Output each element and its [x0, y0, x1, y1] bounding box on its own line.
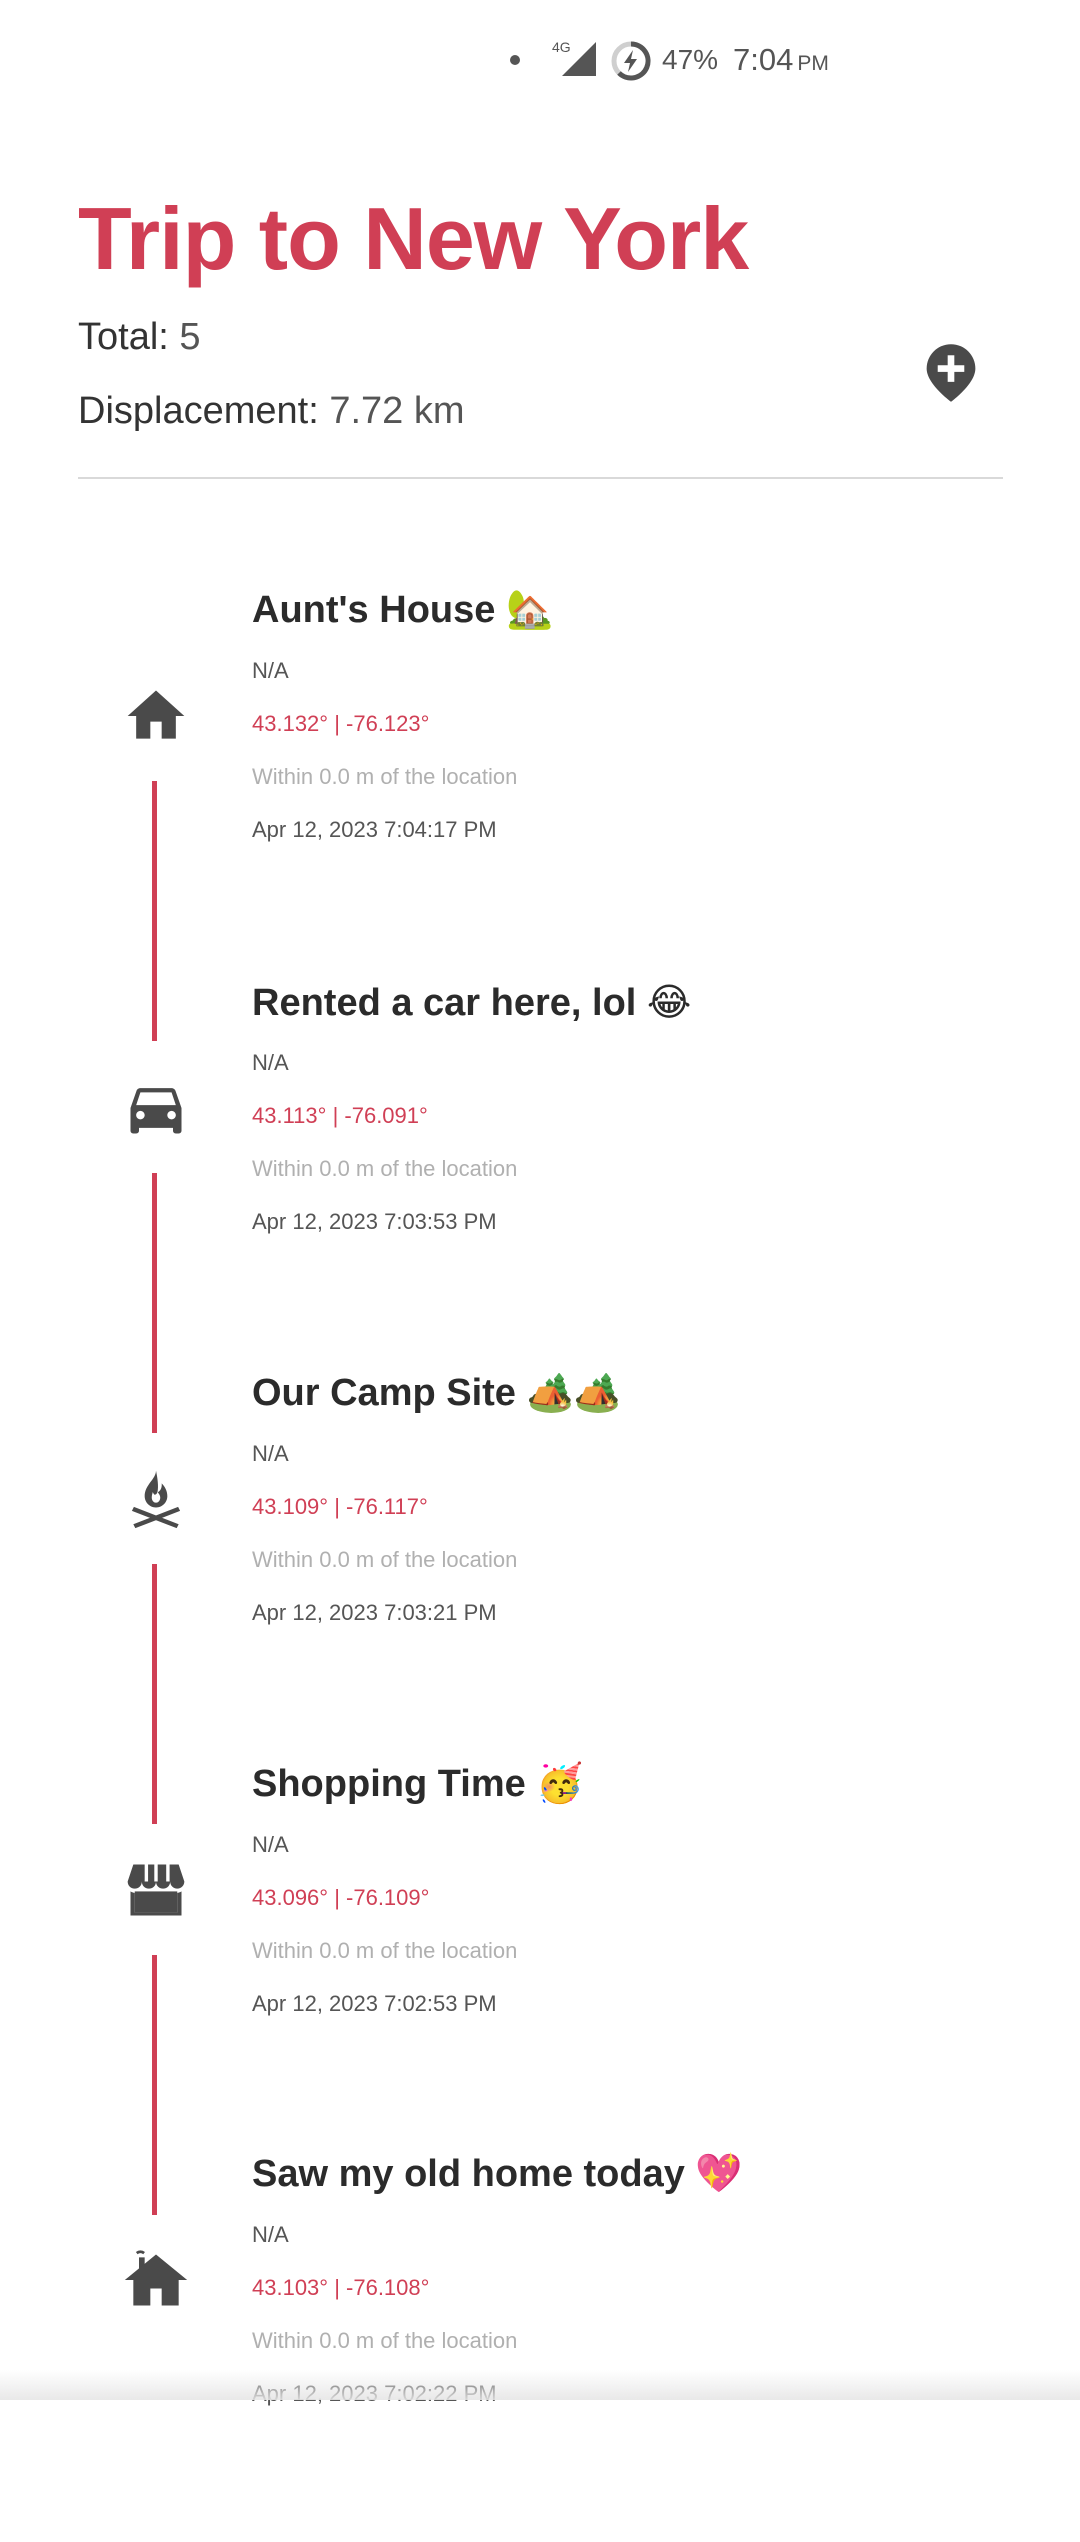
entry-date: Apr 12, 2023 7:02:53 PM: [252, 1991, 497, 2016]
total-label: Total:: [78, 316, 169, 358]
entry-coordinates: 43.109° | -76.117°: [252, 1494, 428, 1519]
entry-title: Rented a car here, lol 😂: [252, 982, 692, 1024]
cottage-icon: [124, 2250, 188, 2306]
total-stat: Total: 5: [78, 316, 201, 359]
entry-coordinates: 43.113° | -76.091°: [252, 1103, 428, 1128]
entry-accuracy: Within 0.0 m of the location: [252, 1156, 518, 1181]
trip-title: Trip to New York: [78, 189, 749, 288]
signal-4g-icon: 4G: [552, 39, 596, 76]
entry-accuracy: Within 0.0 m of the location: [252, 764, 518, 789]
entry-coordinates: 43.096° | -76.109°: [252, 1885, 430, 1910]
status-bar: 4G 47% 7:04 PM: [0, 0, 1080, 120]
entry-title: Shopping Time 🥳: [252, 1763, 584, 1805]
header-divider: [78, 477, 1003, 479]
storefront-icon: [127, 1864, 185, 1916]
entry-address: N/A: [252, 1050, 289, 1075]
entry-address: N/A: [252, 2222, 289, 2247]
campfire-icon: [131, 1470, 181, 1529]
entry-coordinates: 43.132° | -76.123°: [252, 711, 430, 736]
displacement-label: Displacement:: [78, 390, 319, 432]
entry-date: Apr 12, 2023 7:04:17 PM: [252, 817, 497, 842]
entry-accuracy: Within 0.0 m of the location: [252, 1938, 518, 1963]
car-icon: [130, 1088, 182, 1134]
entry-address: N/A: [252, 1441, 289, 1466]
timeline-entry[interactable]: Aunt's House 🏡 N/A 43.132° | -76.123° Wi…: [0, 588, 1080, 1041]
entry-title: Our Camp Site 🏕️🏕️: [252, 1372, 622, 1414]
displacement-value: 7.72 km: [329, 390, 465, 432]
notification-dot-icon: [510, 55, 520, 65]
clock: 7:04 PM: [733, 42, 829, 78]
timeline-entry[interactable]: Rented a car here, lol 😂 N/A 43.113° | -…: [0, 980, 1080, 1433]
entry-accuracy: Within 0.0 m of the location: [252, 1547, 518, 1572]
entry-address: N/A: [252, 1832, 289, 1857]
battery-charging-icon: [611, 41, 651, 81]
home-icon: [127, 690, 185, 739]
clock-ampm: PM: [797, 52, 829, 75]
timeline-entry[interactable]: Shopping Time 🥳 N/A 43.096° | -76.109° W…: [0, 1762, 1080, 2215]
entry-date: Apr 12, 2023 7:03:21 PM: [252, 1600, 497, 1625]
entry-address: N/A: [252, 658, 289, 683]
timeline-entry[interactable]: Our Camp Site 🏕️🏕️ N/A 43.109° | -76.117…: [0, 1371, 1080, 1824]
timeline-entry[interactable]: Saw my old home today 💖 N/A 43.103° | -7…: [0, 2152, 1080, 2542]
entry-date: Apr 12, 2023 7:03:53 PM: [252, 1209, 497, 1234]
entry-title: Saw my old home today 💖: [252, 2153, 743, 2195]
entry-title: Aunt's House 🏡: [252, 589, 554, 631]
entry-accuracy: Within 0.0 m of the location: [252, 2328, 518, 2353]
displacement-stat: Displacement: 7.72 km: [78, 390, 465, 433]
clock-time: 7:04: [733, 42, 794, 77]
entry-coordinates: 43.103° | -76.108°: [252, 2275, 430, 2300]
svg-text:4G: 4G: [552, 39, 571, 55]
scroll-fade: [0, 2370, 1080, 2400]
total-value: 5: [179, 316, 201, 358]
add-location-button[interactable]: [924, 342, 978, 404]
battery-percent: 47%: [662, 44, 719, 75]
